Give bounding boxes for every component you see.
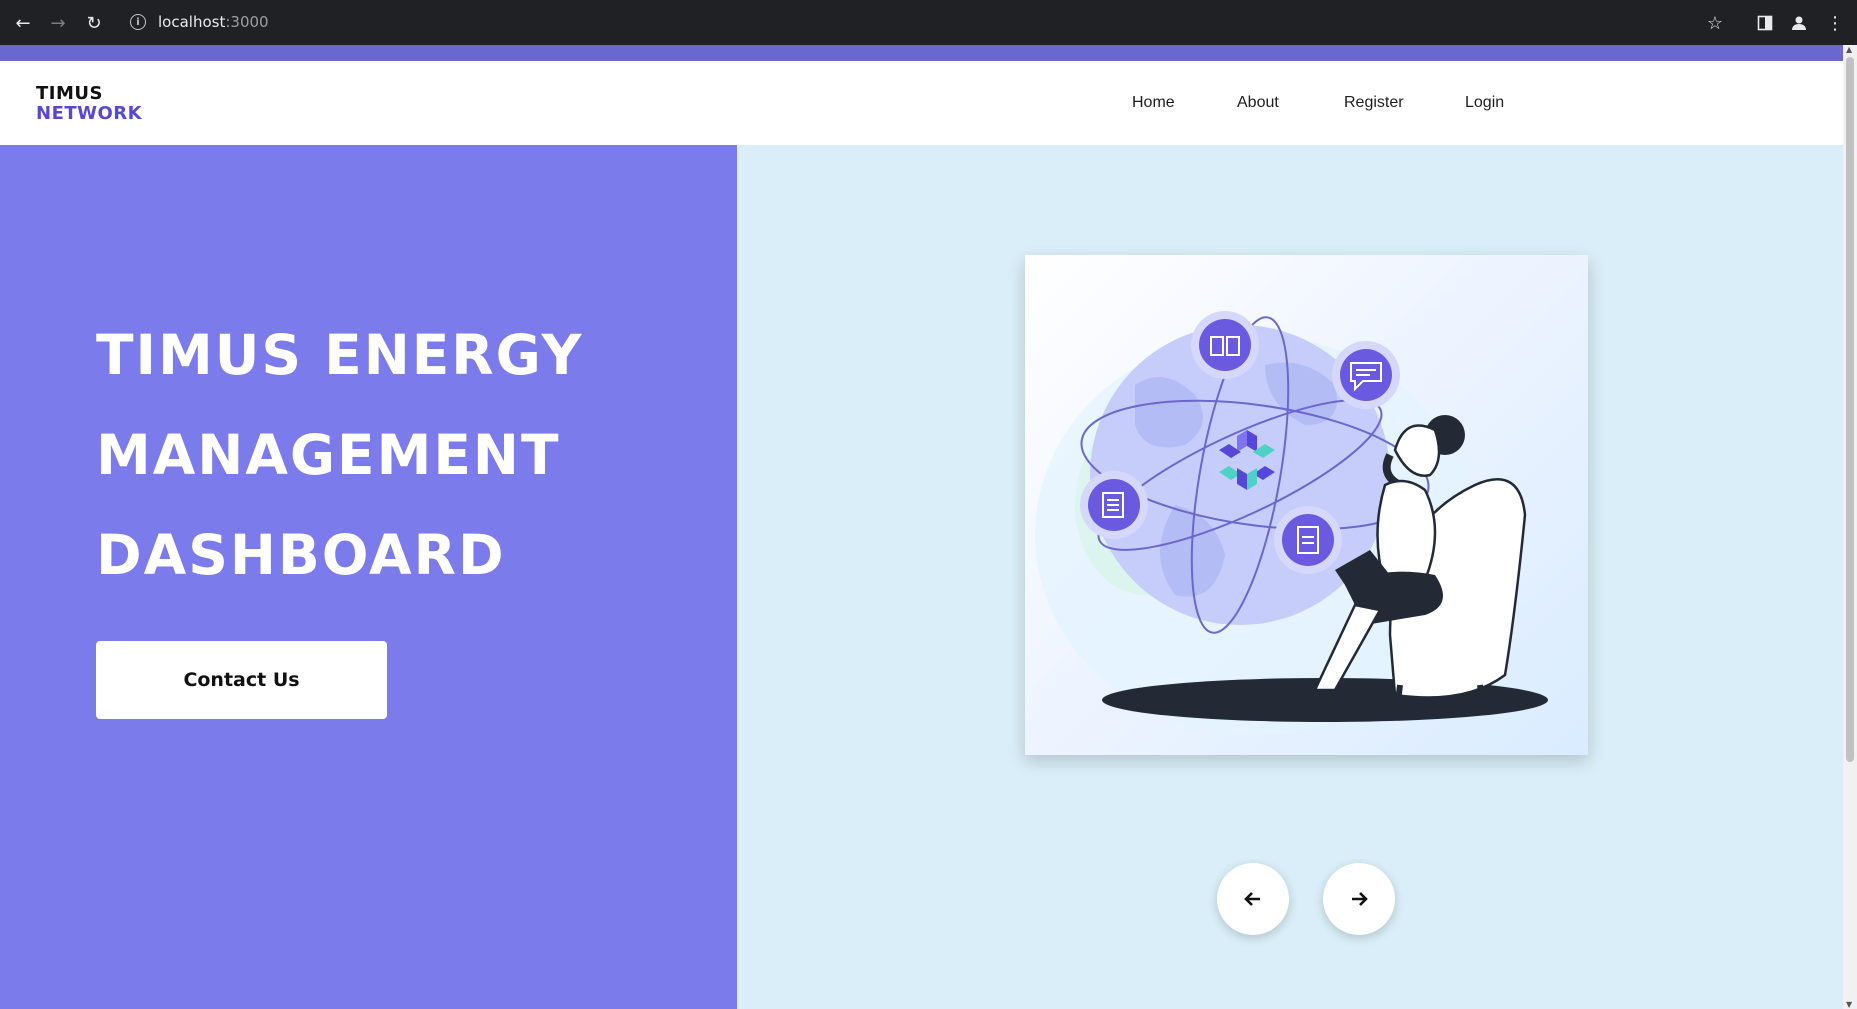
site-info-icon[interactable]: i [130, 14, 146, 30]
bookmark-star-icon[interactable]: ☆ [1702, 10, 1728, 36]
page: TIMUS NETWORK Home About Register Login … [0, 45, 1843, 1009]
carousel-prev-button[interactable] [1217, 863, 1289, 935]
page-scrollbar[interactable]: ▲ ▼ [1843, 45, 1857, 1009]
carousel-next-button[interactable] [1323, 863, 1395, 935]
hero-illustration [1025, 255, 1588, 755]
file-icon [1274, 506, 1342, 574]
brand-line2: NETWORK [36, 103, 143, 124]
browser-toolbar: ← → ↻ i localhost:3000 ☆ ⋮ [0, 0, 1857, 45]
menu-kebab-icon[interactable]: ⋮ [1822, 10, 1848, 36]
contact-us-button[interactable]: Contact Us [96, 641, 387, 719]
network-illustration [1035, 311, 1548, 735]
back-icon[interactable]: ← [10, 10, 36, 36]
nav-home[interactable]: Home [1132, 94, 1175, 112]
address-bar[interactable]: i localhost:3000 [120, 7, 1690, 37]
documents-icon [1080, 471, 1148, 539]
arrow-right-icon [1352, 892, 1368, 906]
brand-logo[interactable]: TIMUS NETWORK [36, 84, 142, 124]
scrollbar-thumb[interactable] [1846, 57, 1854, 762]
hero-title-line: DASHBOARD [96, 523, 506, 587]
brand-line1: TIMUS [36, 83, 103, 104]
hero-title-line: TIMUS ENERGY [96, 323, 584, 387]
site-header: TIMUS NETWORK Home About Register Login [0, 61, 1843, 145]
hero-left-panel: TIMUS ENERGY MANAGEMENT DASHBOARD Contac… [0, 145, 737, 1009]
hero-title-line: MANAGEMENT [96, 423, 561, 487]
book-icon [1191, 311, 1259, 379]
reload-icon[interactable]: ↻ [81, 10, 107, 36]
nav-login[interactable]: Login [1465, 94, 1504, 112]
forward-icon[interactable]: → [45, 10, 71, 36]
hero-title: TIMUS ENERGY MANAGEMENT DASHBOARD [96, 305, 583, 605]
nav-about[interactable]: About [1237, 94, 1279, 112]
url-text: localhost:3000 [158, 13, 269, 31]
side-panel-icon[interactable] [1752, 10, 1778, 36]
scroll-up-icon[interactable]: ▲ [1846, 45, 1852, 54]
arrow-left-icon [1244, 892, 1260, 906]
top-accent-stripe [0, 45, 1843, 61]
chat-icon [1332, 341, 1400, 409]
nav-register[interactable]: Register [1344, 94, 1404, 112]
profile-icon[interactable] [1786, 10, 1812, 36]
scroll-down-icon[interactable]: ▼ [1846, 1000, 1852, 1009]
